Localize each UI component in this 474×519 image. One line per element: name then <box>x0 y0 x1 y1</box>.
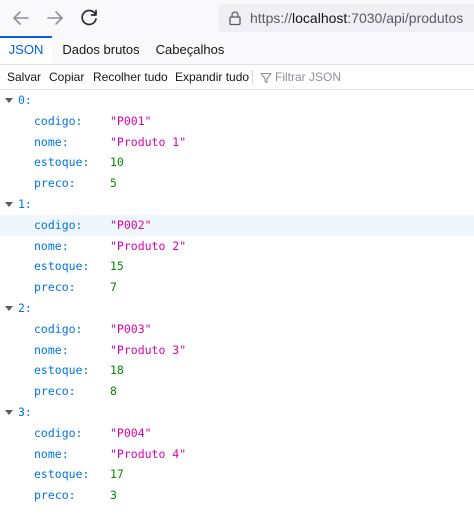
tree-row[interactable]: estoque: 18 <box>0 360 474 381</box>
copy-button[interactable]: Copiar <box>49 65 84 89</box>
filter-icon <box>260 71 272 84</box>
chevron-down-icon[interactable] <box>5 305 13 311</box>
field-key: codigo: <box>34 113 83 128</box>
chevron-down-icon[interactable] <box>5 98 13 103</box>
field-key: nome: <box>34 342 69 357</box>
tree-node-1[interactable]: 1: <box>0 194 474 215</box>
tree-row[interactable]: codigo: "P002" <box>0 214 474 236</box>
tree-row[interactable]: preco: 7 <box>0 277 474 298</box>
tree-row[interactable]: codigo: "P001" <box>0 111 474 132</box>
field-key: nome: <box>34 446 69 461</box>
field-key: estoque: <box>34 363 90 378</box>
field-value: 15 <box>110 259 124 274</box>
url-text: https://localhost:7030/api/produtos <box>250 10 463 26</box>
field-value: "P004" <box>110 425 152 440</box>
arrow-right-icon[interactable] <box>43 6 67 30</box>
field-value: "P002" <box>110 217 152 232</box>
tree-row[interactable]: codigo: "P003" <box>0 319 474 340</box>
field-key: estoque: <box>34 467 90 482</box>
tab-raw-data[interactable]: Dados brutos <box>60 36 142 64</box>
field-key: preco: <box>34 176 76 191</box>
tree-row[interactable]: codigo: "P004" <box>0 423 474 444</box>
tree-node-0[interactable]: 0: <box>0 90 474 111</box>
chevron-down-icon[interactable] <box>5 409 13 415</box>
tree-row[interactable]: nome: "Produto 2" <box>0 236 474 257</box>
field-key: nome: <box>34 134 69 149</box>
arrow-left-icon[interactable] <box>9 6 33 30</box>
field-value: "Produto 2" <box>110 238 187 253</box>
field-key: preco: <box>34 488 76 503</box>
reload-icon[interactable] <box>77 6 101 30</box>
lock-icon[interactable] <box>227 10 243 26</box>
tree-row[interactable]: preco: 3 <box>0 485 474 506</box>
field-value: 8 <box>110 384 117 399</box>
url-path: :7030/api/produtos <box>347 10 464 26</box>
filter-json-input[interactable] <box>275 67 455 87</box>
tree-row[interactable]: estoque: 10 <box>0 152 474 173</box>
field-value: 17 <box>110 467 124 482</box>
field-key: estoque: <box>34 155 90 170</box>
tab-json[interactable]: JSON <box>0 36 52 64</box>
tree-row[interactable]: nome: "Produto 4" <box>0 444 474 465</box>
json-tree: 0: codigo: "P001" nome: "Produto 1" esto… <box>0 90 474 519</box>
field-value: "P001" <box>110 113 152 128</box>
node-index: 3: <box>18 404 32 419</box>
node-index: 1: <box>18 196 32 211</box>
toolbar-separator <box>252 70 253 84</box>
tree-node-2[interactable]: 2: <box>0 298 474 319</box>
address-bar[interactable]: https://localhost:7030/api/produtos <box>218 4 474 32</box>
tree-row[interactable]: estoque: 17 <box>0 464 474 485</box>
expand-all-button[interactable]: Expandir tudo <box>175 65 249 89</box>
field-key: preco: <box>34 384 76 399</box>
field-key: codigo: <box>34 425 83 440</box>
field-value: 7 <box>110 280 117 295</box>
field-value: 18 <box>110 363 124 378</box>
save-button[interactable]: Salvar <box>7 65 41 89</box>
json-toolbar: Salvar Copiar Recolher tudo Expandir tud… <box>0 65 474 90</box>
field-value: "P003" <box>110 321 152 336</box>
tree-row[interactable]: preco: 8 <box>0 381 474 402</box>
field-key: codigo: <box>34 217 83 232</box>
tree-node-3[interactable]: 3: <box>0 402 474 423</box>
tab-headers[interactable]: Cabeçalhos <box>150 36 230 64</box>
field-value: 10 <box>110 155 124 170</box>
field-value: "Produto 3" <box>110 342 187 357</box>
node-index: 2: <box>18 300 32 315</box>
field-value: 5 <box>110 176 117 191</box>
collapse-all-button[interactable]: Recolher tudo <box>93 65 168 89</box>
tree-row[interactable]: nome: "Produto 1" <box>0 132 474 153</box>
field-key: estoque: <box>34 259 90 274</box>
field-key: nome: <box>34 238 69 253</box>
browser-window: https://localhost:7030/api/produtos JSON… <box>0 0 474 519</box>
tree-row[interactable]: nome: "Produto 3" <box>0 340 474 361</box>
tree-row[interactable]: preco: 5 <box>0 173 474 194</box>
tree-row[interactable]: estoque: 15 <box>0 256 474 277</box>
chevron-down-icon[interactable] <box>5 201 13 207</box>
field-value: "Produto 4" <box>110 446 187 461</box>
field-key: preco: <box>34 280 76 295</box>
node-index: 0: <box>18 93 32 107</box>
url-prefix: https:// <box>250 10 293 26</box>
field-key: codigo: <box>34 321 83 336</box>
url-host: localhost <box>292 10 348 26</box>
browser-toolbar: https://localhost:7030/api/produtos <box>0 0 474 36</box>
viewer-tabs: JSON Dados brutos Cabeçalhos <box>0 36 474 65</box>
field-value: 3 <box>110 488 117 503</box>
field-value: "Produto 1" <box>110 134 187 149</box>
